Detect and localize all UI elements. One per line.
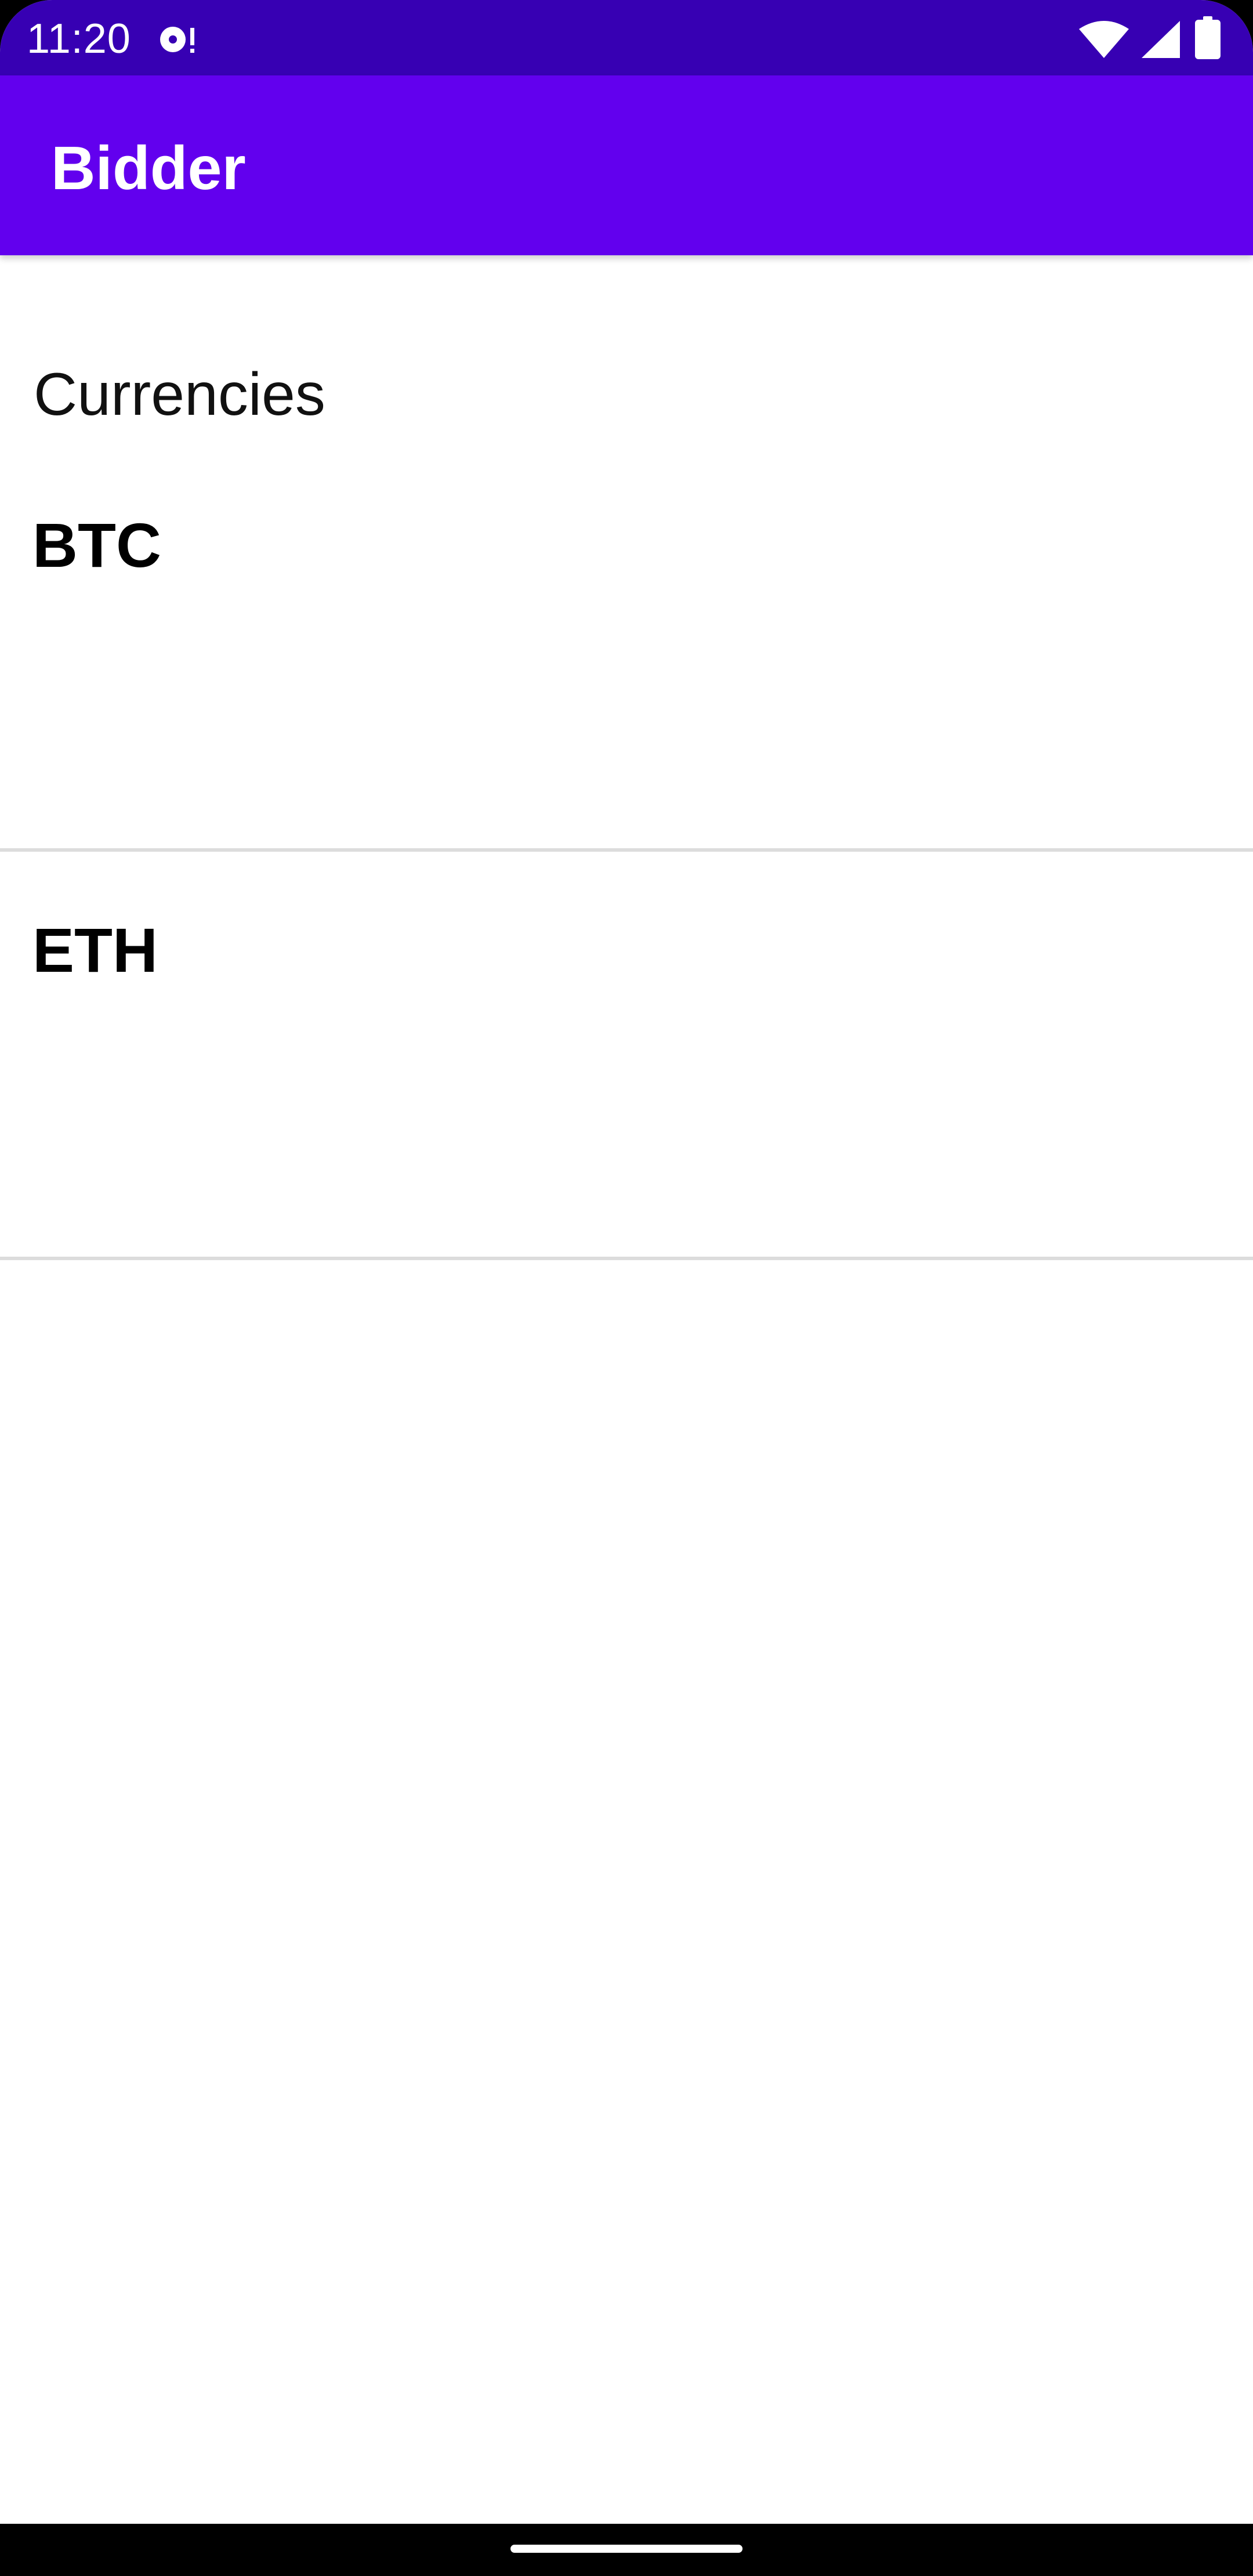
main-content: Currencies BTC ETH	[0, 255, 1253, 2524]
currency-symbol: BTC	[32, 510, 161, 580]
phone-screen: 11:20 Bidder Currencies BTC ETH	[0, 0, 1253, 2576]
status-time: 11:20	[27, 16, 131, 62]
currency-list: BTC ETH	[0, 511, 1253, 1260]
status-icons	[1078, 16, 1229, 63]
battery-icon	[1195, 16, 1221, 59]
section-title: Currencies	[34, 361, 325, 428]
home-indicator[interactable]	[510, 2545, 743, 2553]
notification-icon	[158, 22, 198, 57]
navigation-bar	[0, 2524, 1253, 2576]
currency-symbol: ETH	[32, 915, 158, 985]
app-title: Bidder	[51, 134, 246, 202]
status-bar: 11:20	[0, 0, 1253, 75]
currency-item-btc[interactable]: BTC	[0, 511, 1253, 852]
app-bar: Bidder	[0, 75, 1253, 255]
signal-icon	[1142, 21, 1180, 58]
wifi-icon	[1079, 21, 1129, 58]
currency-item-eth[interactable]: ETH	[0, 852, 1253, 1260]
